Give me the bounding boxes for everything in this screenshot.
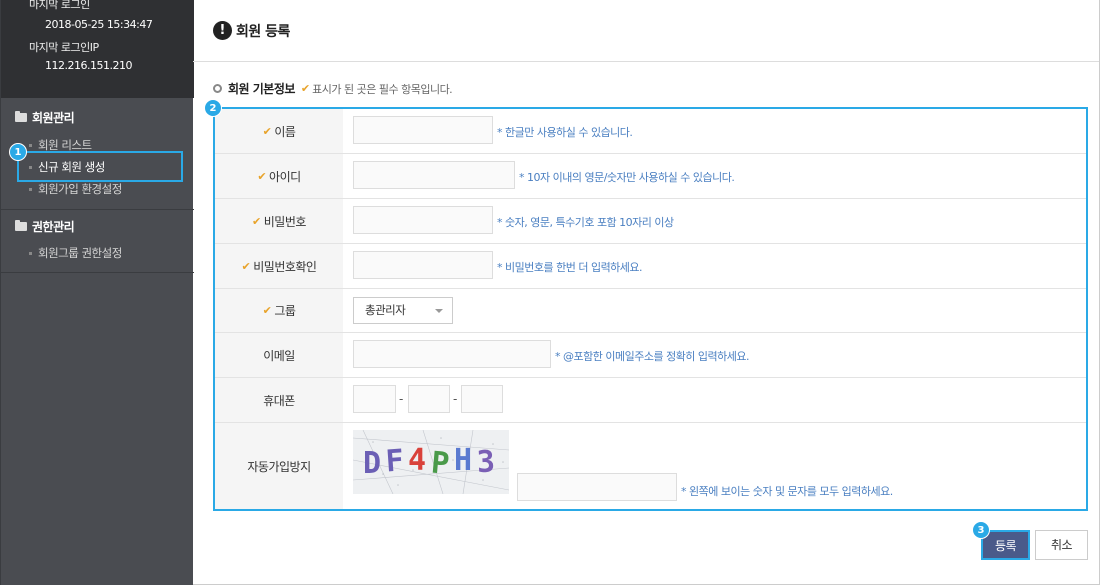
svg-text:P: P [430,445,451,481]
alert-icon: ! [213,21,232,40]
svg-text:F: F [385,443,405,479]
label-email: 이메일 [215,333,343,377]
section-title: 회원 기본정보 [228,82,295,96]
last-ip-label: 마지막 로그인IP [29,41,99,54]
form-row-name: ✔ 이름 * 한글만 사용하실 수 있습니다. [215,109,1086,154]
required-note: 표시가 된 곳은 필수 항목입니다. [312,82,453,96]
step-badge-2: 2 [204,99,222,117]
sidebar-item-signup-settings[interactable]: 회원가입 환경설정 [29,181,122,197]
email-hint: * @포함한 이메일주소를 정확히 입력하세요. [555,350,750,363]
required-check-icon: ✔ [252,214,261,228]
phone-input-1[interactable] [353,385,396,413]
form-row-phone: 휴대폰 - - [215,378,1086,423]
main-content: ! 회원 등록 회원 기본정보 ✔ 표시가 된 곳은 필수 항목입니다. ✔ 이름… [193,0,1100,585]
captcha-image: D F 4 P H 3 [353,430,509,494]
name-input[interactable] [353,116,493,144]
label-captcha: 자동가입방지 [215,423,343,509]
step-badge-3: 3 [972,521,990,539]
phone-input-3[interactable] [461,385,503,413]
form-row-group: ✔ 그룹 총관리자 [215,289,1086,333]
sidebar-section-permission: 권한관리 회원그룹 권한설정 [1,210,194,273]
required-check-icon: ✔ [257,169,267,183]
sidebar-section-permission-title[interactable]: 권한관리 [15,218,75,235]
label-password: ✔ 비밀번호 [215,199,343,243]
phone-separator: - [399,392,404,406]
form-row-password-confirm: ✔ 비밀번호확인 * 비밀번호를 한번 더 입력하세요. [215,244,1086,289]
form-row-email: 이메일 * @포함한 이메일주소를 정확히 입력하세요. [215,333,1086,378]
svg-text:D: D [363,446,381,481]
member-form: ✔ 이름 * 한글만 사용하실 수 있습니다. ✔ 아이디 * 10자 이내의 영문… [213,107,1088,511]
cancel-button[interactable]: 취소 [1035,530,1088,560]
group-select[interactable]: 총관리자 [353,297,453,324]
circle-bullet-icon [213,84,222,93]
phone-separator: - [453,392,458,406]
label-group: ✔ 그룹 [215,289,343,332]
bullet-icon [29,188,32,191]
last-ip-value: 112.216.151.210 [45,59,132,72]
password-hint: * 숫자, 영문, 특수기호 포함 10자리 이상 [497,216,674,229]
sidebar-item-group-permissions[interactable]: 회원그룹 권한설정 [29,245,122,261]
section-title: 회원관리 [32,111,75,125]
label-name: ✔ 이름 [215,109,343,153]
last-login-value: 2018-05-25 15:34:47 [45,18,153,31]
svg-text:H: H [454,443,472,478]
sidebar: 마지막 로그인 2018-05-25 15:34:47 마지막 로그인IP 11… [0,0,194,585]
bullet-icon [29,144,32,147]
step-badge-1: 1 [9,143,27,161]
label-password-confirm: ✔ 비밀번호확인 [215,244,343,288]
svg-text:4: 4 [408,443,426,478]
captcha-graphic: D F 4 P H 3 [353,430,509,494]
caret-down-icon [435,309,443,313]
required-check-icon: ✔ [300,82,311,95]
svg-text:3: 3 [476,444,496,480]
id-hint: * 10자 이내의 영문/숫자만 사용하실 수 있습니다. [519,171,735,184]
id-input[interactable] [353,161,515,189]
folder-icon [15,111,27,122]
folder-icon [15,220,27,231]
form-row-captcha: 자동가입방지 D F 4 P H 3 * 왼쪽에 보이는 숫자 및 문자를 모두… [215,423,1086,509]
bullet-icon [29,252,32,255]
password-confirm-input[interactable] [353,251,493,279]
page-title: 회원 등록 [236,24,290,40]
form-row-id: ✔ 아이디 * 10자 이내의 영문/숫자만 사용하실 수 있습니다. [215,154,1086,199]
label-phone: 휴대폰 [215,378,343,422]
required-check-icon: ✔ [241,259,251,273]
phone-input-2[interactable] [408,385,450,413]
highlight-new-member [17,151,183,182]
required-check-icon: ✔ [262,124,272,138]
sidebar-section-member-title[interactable]: 회원관리 [15,109,75,126]
last-login-panel: 마지막 로그인 2018-05-25 15:34:47 마지막 로그인IP 11… [1,0,194,98]
email-input[interactable] [353,340,551,368]
page-header: ! 회원 등록 [193,0,1099,62]
password-input[interactable] [353,206,493,234]
required-check-icon: ✔ [262,304,272,317]
captcha-input[interactable] [517,473,677,501]
section-header: 회원 기본정보 ✔ 표시가 된 곳은 필수 항목입니다. [213,80,453,97]
section-title: 권한관리 [32,220,75,234]
last-login-label: 마지막 로그인 [29,0,90,11]
name-hint: * 한글만 사용하실 수 있습니다. [497,126,633,139]
password-confirm-hint: * 비밀번호를 한번 더 입력하세요. [497,261,643,274]
captcha-hint: * 왼쪽에 보이는 숫자 및 문자를 모두 입력하세요. [681,485,893,498]
form-row-password: ✔ 비밀번호 * 숫자, 영문, 특수기호 포함 10자리 이상 [215,199,1086,244]
label-id: ✔ 아이디 [215,154,343,198]
